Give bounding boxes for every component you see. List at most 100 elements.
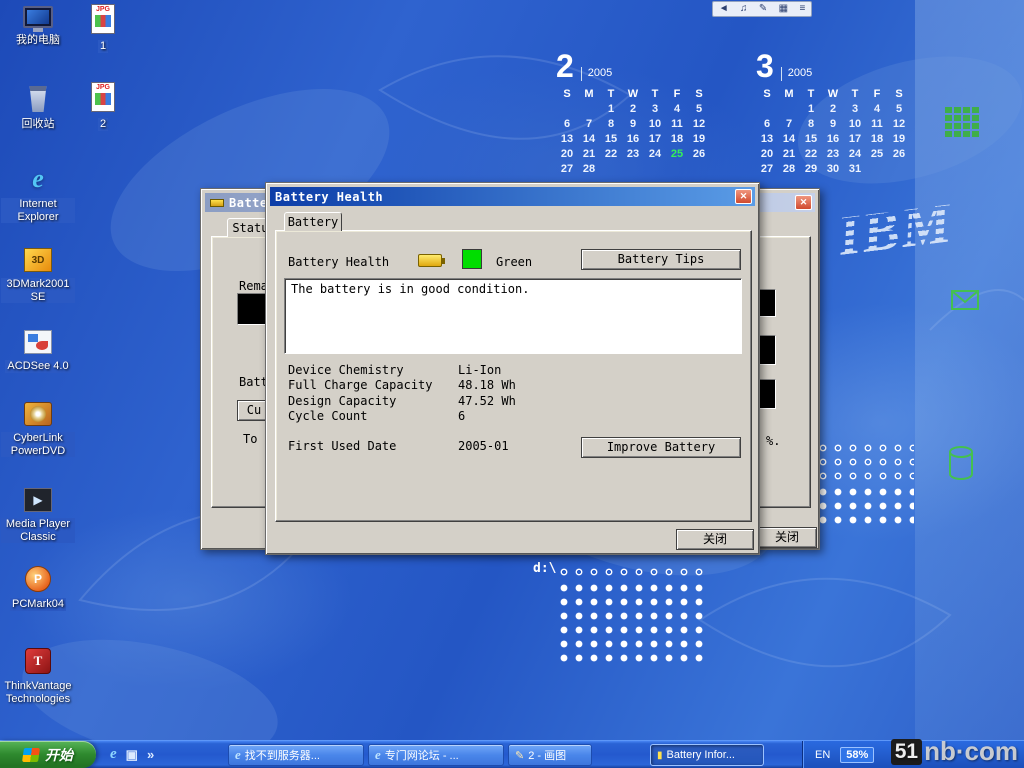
close-icon[interactable]: ✕ (795, 195, 812, 210)
calendar-day: 8 (600, 118, 622, 130)
media-player-classic-icon: ▶ (24, 488, 52, 512)
calendar-february: 2 2005 SMTWTFS12345678910111213141516171… (556, 52, 716, 175)
tab-battery[interactable]: Battery (284, 212, 342, 231)
calendar-day: 14 (778, 133, 800, 145)
calendar-day: 25 (866, 148, 888, 160)
condition-textbox[interactable]: The battery is in good condition. (284, 278, 742, 354)
watermark: 51 nb·com (891, 736, 1018, 767)
calendar-day: 28 (778, 163, 800, 175)
desktop-icon-3dmark[interactable]: 3D 3DMark2001 SE (1, 248, 75, 303)
calendar-day: 23 (622, 148, 644, 160)
calendar-day: 2 (622, 103, 644, 115)
windows-logo-icon (22, 748, 40, 762)
drive-label: d:\ (533, 561, 556, 576)
taskbar-button-battery-information[interactable]: ▮ Battery Infor... (650, 744, 764, 766)
field-value: Li-Ion (458, 363, 501, 377)
quicklaunch-ie-icon[interactable]: e (110, 746, 117, 763)
mail-icon (951, 290, 979, 310)
start-button[interactable]: 开始 (0, 741, 96, 768)
calendar-month: 3 (756, 52, 774, 81)
desktop-icon-jpg-2[interactable]: JPG 2 (68, 82, 138, 131)
ie-glyph: e (32, 164, 44, 194)
quicklaunch-expand-icon[interactable]: » (147, 747, 154, 762)
calendar-day-header: T (644, 88, 666, 100)
field-value: 6 (458, 409, 465, 423)
desktop-icon-acdsee[interactable]: ACDSee 4.0 (1, 330, 75, 373)
field-value: 47.52 Wh (458, 394, 516, 408)
calendar-day: 16 (822, 133, 844, 145)
close-icon[interactable]: ✕ (735, 189, 752, 204)
desktop-icon-recycle-bin[interactable]: 回收站 (1, 86, 75, 131)
close-button[interactable]: 关闭 (757, 527, 817, 548)
desktop-icon-media-player-classic[interactable]: ▶ Media Player Classic (1, 488, 75, 543)
calendar-day: 13 (756, 133, 778, 145)
paint-icon: ✎ (515, 749, 524, 762)
taskbar-button-forum[interactable]: e 专门网论坛 - ... (368, 744, 504, 766)
battery-window-icon (210, 199, 224, 207)
first-used-label: First Used Date (288, 439, 396, 453)
recycle-bin-icon (28, 86, 48, 112)
calendar-grid: SMTWTFS123456789101112131415161718192021… (556, 88, 716, 175)
calendar-day: 12 (888, 118, 910, 130)
toolbar-volume-icon[interactable]: ♫ (740, 4, 748, 14)
desktop-icon-thinkvantage[interactable]: T ThinkVantage Technologies (1, 648, 75, 705)
calendar-day: 14 (578, 133, 600, 145)
icon-label: 我的电脑 (14, 34, 62, 47)
calendar-day: 10 (844, 118, 866, 130)
taskbar-button-server-not-found[interactable]: e 找不到服务器... (228, 744, 364, 766)
battery-icon (418, 254, 442, 267)
desktop-icon-my-computer[interactable]: 我的电脑 (1, 6, 75, 47)
battery-health-label: Battery Health (288, 255, 389, 269)
calendar-day-header: T (600, 88, 622, 100)
calendar-day (866, 163, 888, 175)
desktop: IBM d:\ 2 2005 SMTWTFS123456789101112131… (0, 0, 1024, 768)
calendar-day: 9 (622, 118, 644, 130)
calendar-day (888, 163, 910, 175)
dot-pattern (816, 441, 914, 485)
icon-label: ACDSee 4.0 (5, 360, 70, 373)
calendar-day: 4 (666, 103, 688, 115)
toolbar-pen-icon[interactable]: ✎ (759, 4, 767, 14)
toolbar-menu-icon[interactable]: ≡ (799, 4, 805, 14)
start-label: 开始 (45, 745, 73, 765)
powerdvd-icon (24, 402, 52, 426)
calendar-day: 18 (866, 133, 888, 145)
jpg-file-icon: JPG (91, 4, 115, 34)
battery-meter[interactable]: 58% (840, 747, 874, 763)
calendar-day: 27 (756, 163, 778, 175)
toolbar-grid-icon[interactable]: ▦ (779, 4, 788, 14)
thinkvantage-icon: T (25, 648, 51, 674)
improve-battery-health-button[interactable]: Improve Battery Health... (581, 437, 741, 458)
acdsee-icon (24, 330, 52, 354)
calendar-day: 4 (866, 103, 888, 115)
taskbar-button-paint[interactable]: ✎ 2 - 画图 (508, 744, 592, 766)
icon-label: Media Player Classic (1, 518, 75, 543)
calendar-march: 3 2005 SMTWTFS12345678910111213141516171… (756, 52, 916, 175)
battery-tips-button[interactable]: Battery Tips (581, 249, 741, 270)
calendar-day (666, 163, 688, 175)
calendar-day: 3 (844, 103, 866, 115)
calendar-day: 2 (822, 103, 844, 115)
quicklaunch-window-icon[interactable]: ▣ (126, 747, 138, 763)
task-label: 专门网论坛 - ... (385, 747, 459, 763)
desktop-icon-pcmark[interactable]: P PCMark04 (1, 566, 75, 611)
icon-label: CyberLink PowerDVD (1, 432, 75, 457)
toolbar-restore-icon[interactable]: ◄ (719, 4, 729, 14)
desktop-icon-jpg-1[interactable]: JPG 1 (68, 4, 138, 53)
jpg-badge: JPG (96, 6, 110, 13)
dot-pattern (557, 565, 709, 580)
my-computer-icon (23, 6, 53, 28)
calendar-day (600, 163, 622, 175)
calendar-day: 9 (822, 118, 844, 130)
input-toolbar: ◄ ♫ ✎ ▦ ≡ (712, 1, 812, 17)
field-label: Full Charge Capacity (288, 378, 433, 392)
desktop-icon-internet-explorer[interactable]: e Internet Explorer (1, 166, 75, 223)
language-indicator[interactable]: EN (815, 749, 830, 761)
close-button[interactable]: 关闭 (676, 529, 754, 550)
calendar-day-header: W (822, 88, 844, 100)
battery-health-titlebar[interactable]: Battery Health ✕ (270, 187, 755, 206)
database-icon (948, 445, 974, 481)
calendar-day: 15 (800, 133, 822, 145)
desktop-icon-powerdvd[interactable]: CyberLink PowerDVD (1, 402, 75, 457)
icon-label: 2 (98, 118, 108, 131)
